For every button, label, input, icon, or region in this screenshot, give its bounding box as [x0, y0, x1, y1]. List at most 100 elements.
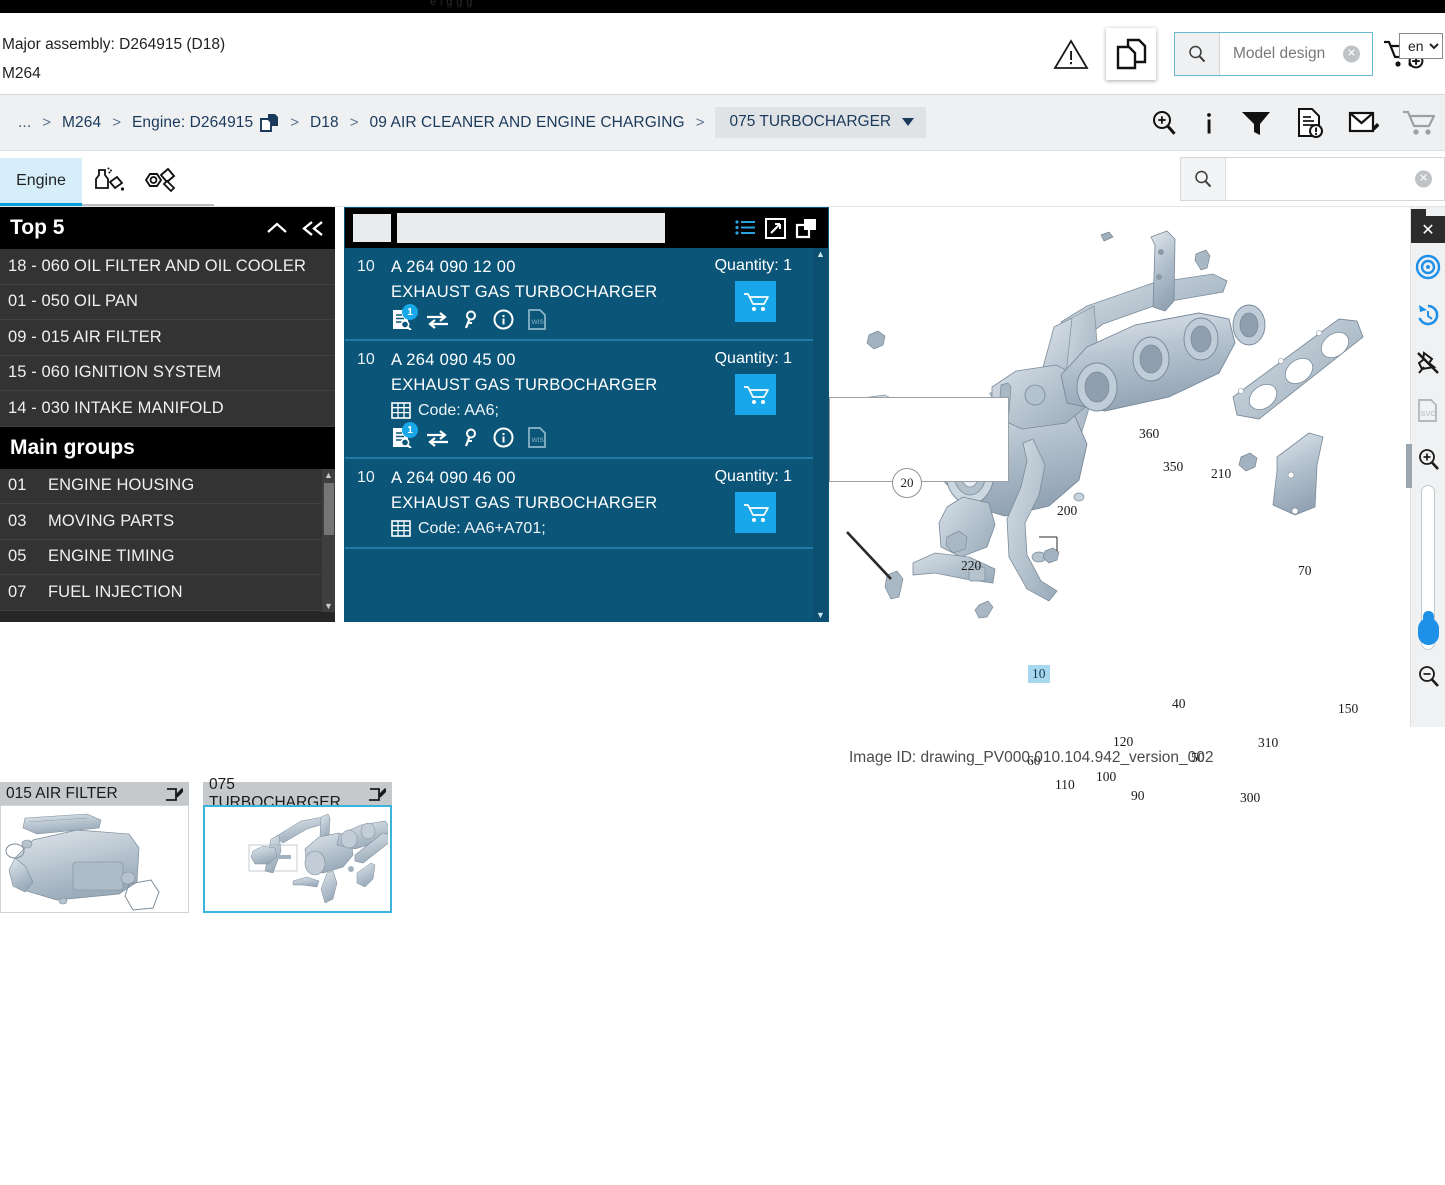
content-search-button[interactable] — [1181, 158, 1226, 200]
thumbnail-image[interactable] — [203, 805, 392, 913]
callout-300[interactable]: 300 — [1240, 790, 1260, 806]
thumbnail-air-filter[interactable]: 015 AIR FILTER — [0, 782, 189, 913]
edit-icon[interactable] — [166, 785, 183, 802]
doc-search-icon[interactable]: 1 — [391, 304, 418, 330]
scroll-down-arrow-icon[interactable]: ▼ — [816, 609, 825, 621]
sidebar-item-top5[interactable]: 09 - 015 AIR FILTER — [0, 320, 335, 356]
expand-icon[interactable] — [765, 217, 786, 239]
content-search-input[interactable] — [1236, 170, 1401, 188]
callout-120[interactable]: 120 — [1113, 734, 1133, 750]
viewer-panel-handle[interactable] — [1406, 444, 1412, 488]
exploded-drawing[interactable]: 20 360 350 210 200 220 70 10 40 150 120 … — [829, 207, 1445, 805]
key-icon[interactable] — [462, 310, 480, 330]
doc-search-icon[interactable]: 1 — [391, 422, 418, 448]
scroll-up-arrow-icon[interactable]: ▲ — [816, 248, 825, 260]
breadcrumb-item-engine[interactable]: Engine: D264915 — [132, 113, 279, 133]
detail-inset-box[interactable]: 20 — [829, 397, 1009, 498]
target-icon[interactable] — [1411, 243, 1445, 291]
chevron-up-icon[interactable] — [266, 220, 288, 236]
callout-100[interactable]: 100 — [1096, 769, 1116, 785]
zoom-slider-handle[interactable] — [1418, 611, 1439, 645]
key-icon[interactable] — [462, 428, 480, 448]
clear-icon[interactable]: ✕ — [1415, 170, 1432, 188]
content-search-field[interactable]: ✕ — [1226, 158, 1444, 200]
model-design-field[interactable]: ✕ — [1220, 33, 1372, 75]
info-circle-icon[interactable] — [493, 427, 514, 448]
parts-text-filter[interactable] — [397, 213, 665, 243]
edit-icon[interactable] — [369, 785, 386, 802]
scroll-down-arrow-icon[interactable]: ▼ — [324, 600, 333, 612]
breadcrumb-item-m264[interactable]: M264 — [62, 114, 101, 132]
parts-pos-filter[interactable] — [353, 214, 391, 242]
copy-icon[interactable] — [1106, 28, 1156, 80]
tab-engine[interactable]: Engine — [0, 158, 82, 206]
info-circle-icon[interactable] — [493, 309, 514, 330]
table-row[interactable]: 10 A 264 090 45 00 EXHAUST GAS TURBOCHAR… — [345, 341, 828, 459]
copy-icon[interactable] — [260, 113, 279, 133]
add-to-cart-button[interactable] — [735, 281, 776, 322]
zoom-out-icon[interactable] — [1411, 652, 1445, 700]
quantity-text: Quantity: — [714, 468, 779, 485]
zoom-in-icon[interactable] — [1149, 108, 1179, 138]
sidebar-item-top5[interactable]: 15 - 060 IGNITION SYSTEM — [0, 356, 335, 391]
search-submit-button[interactable] — [1175, 33, 1220, 75]
callout-350[interactable]: 350 — [1163, 459, 1183, 475]
table-row[interactable]: 10 A 264 090 12 00 EXHAUST GAS TURBOCHAR… — [345, 248, 828, 341]
inset-callout[interactable]: 20 — [892, 468, 922, 498]
double-chevron-left-icon[interactable] — [301, 220, 325, 237]
callout-110[interactable]: 110 — [1055, 777, 1075, 793]
mail-edit-icon[interactable] — [1347, 108, 1379, 138]
thumbnail-turbocharger[interactable]: 075 TURBOCHARGER — [203, 776, 392, 913]
callout-10[interactable]: 10 — [1028, 665, 1050, 683]
parts-scrollbar[interactable]: ▲ ▼ — [813, 248, 828, 621]
duplicate-icon[interactable] — [795, 217, 818, 239]
callout-70[interactable]: 70 — [1298, 563, 1312, 579]
document-alert-icon[interactable] — [1295, 107, 1325, 139]
list-view-icon[interactable] — [734, 218, 756, 238]
callout-150[interactable]: 150 — [1338, 701, 1358, 717]
add-to-cart-button[interactable] — [735, 374, 776, 415]
svg-export-icon[interactable]: SVG — [1411, 387, 1445, 435]
sidebar-item-group[interactable]: 01 ENGINE HOUSING — [0, 469, 335, 504]
callout-200[interactable]: 200 — [1057, 503, 1077, 519]
table-row[interactable]: 10 A 264 090 46 00 EXHAUST GAS TURBOCHAR… — [345, 459, 828, 549]
breadcrumb-overflow[interactable]: ... — [18, 114, 31, 132]
breadcrumb-item-group[interactable]: 09 AIR CLEANER AND ENGINE CHARGING — [370, 114, 685, 132]
pin-off-icon[interactable] — [1411, 339, 1445, 387]
breadcrumb-active-dropdown[interactable]: 075 TURBOCHARGER — [715, 107, 927, 138]
add-to-cart-button[interactable] — [735, 492, 776, 533]
callout-210[interactable]: 210 — [1211, 466, 1231, 482]
close-icon[interactable]: ✕ — [1411, 209, 1445, 243]
language-select[interactable]: en — [1399, 33, 1443, 59]
scroll-up-arrow-icon[interactable]: ▲ — [324, 469, 333, 481]
clear-icon[interactable]: ✕ — [1343, 45, 1360, 63]
wis-doc-icon[interactable]: WIS — [527, 427, 547, 448]
sidebar-item-top5[interactable]: 01 - 050 OIL PAN — [0, 285, 335, 320]
callout-90[interactable]: 90 — [1131, 788, 1145, 804]
filter-icon[interactable] — [1239, 108, 1273, 138]
callout-40[interactable]: 40 — [1172, 696, 1186, 712]
sidebar-item-group[interactable]: 05 ENGINE TIMING — [0, 540, 335, 575]
breadcrumb-item-d18[interactable]: D18 — [310, 114, 339, 132]
sidebar-item-group[interactable]: 03 MOVING PARTS — [0, 504, 335, 540]
scrollbar-thumb[interactable] — [324, 482, 334, 535]
model-design-input[interactable] — [1233, 45, 1358, 63]
zoom-slider[interactable] — [1418, 485, 1439, 650]
thumbnail-image[interactable] — [0, 805, 189, 913]
callout-310[interactable]: 310 — [1258, 735, 1278, 751]
tab-fasteners[interactable] — [134, 158, 186, 206]
tab-lubricants[interactable] — [82, 158, 134, 206]
sidebar-item-top5[interactable]: 14 - 030 INTAKE MANIFOLD — [0, 391, 335, 427]
info-icon[interactable] — [1201, 108, 1217, 138]
swap-arrows-icon[interactable] — [426, 429, 449, 447]
sidebar-item-group[interactable]: 07 FUEL INJECTION — [0, 575, 335, 611]
swap-arrows-icon[interactable] — [426, 311, 449, 329]
callout-360[interactable]: 360 — [1139, 426, 1159, 442]
wis-doc-icon[interactable]: WIS — [527, 309, 547, 330]
callout-220[interactable]: 220 — [961, 558, 981, 574]
zoom-in-icon[interactable] — [1411, 435, 1445, 483]
sidebar-item-top5[interactable]: 18 - 060 OIL FILTER AND OIL COOLER — [0, 249, 335, 285]
history-undo-icon[interactable] — [1411, 291, 1445, 339]
warning-triangle-icon[interactable] — [1050, 33, 1092, 75]
cart-icon[interactable] — [1401, 108, 1435, 138]
